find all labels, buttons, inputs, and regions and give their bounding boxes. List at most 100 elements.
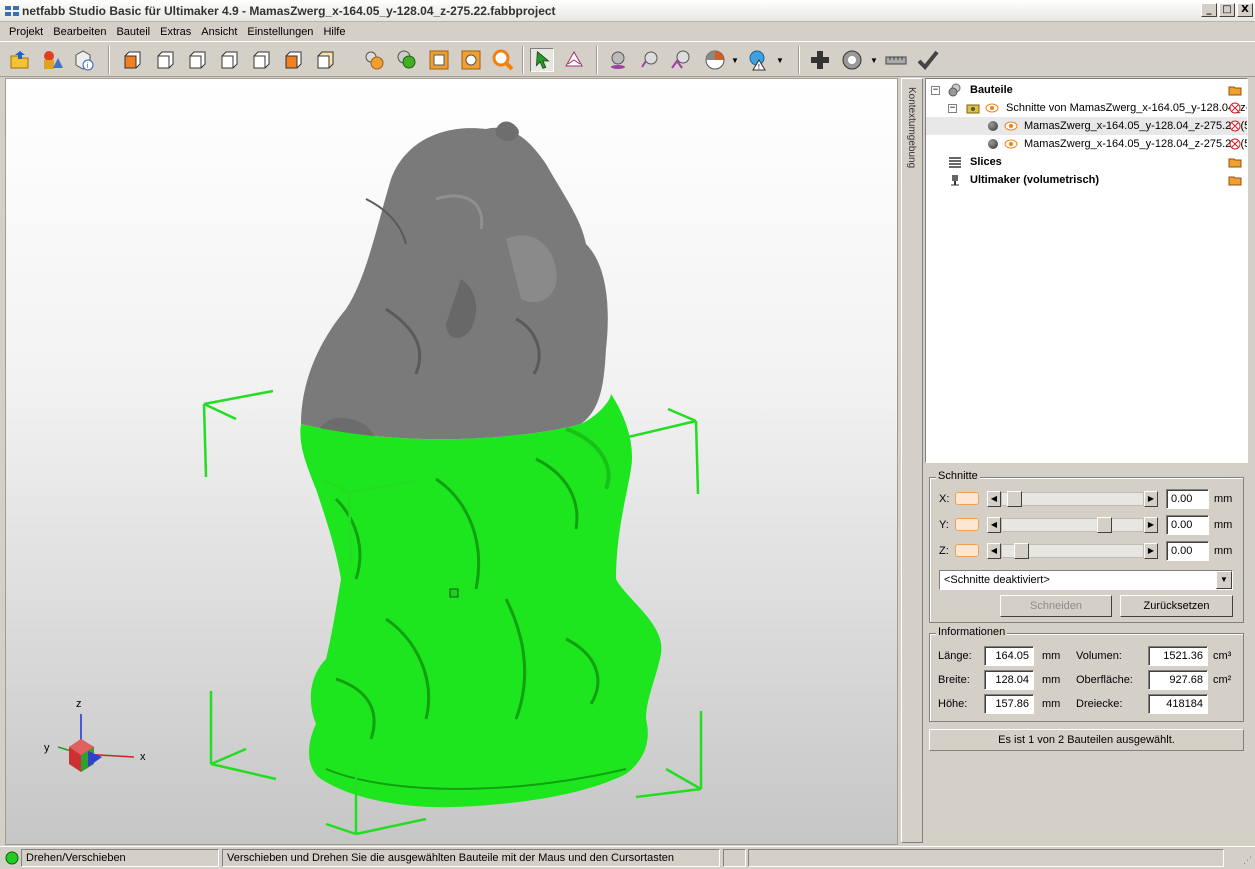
collapse-icon[interactable]: −: [948, 104, 957, 113]
tree-item-part-2[interactable]: MamasZwerg_x-164.05_y-128.04_z-275.22 (5: [926, 135, 1247, 153]
slider-left-arrow-icon[interactable]: ◀: [987, 543, 1001, 559]
cut-value-x[interactable]: 0.00: [1166, 489, 1209, 509]
center-handle[interactable]: [449, 588, 459, 598]
cut-toggle-z[interactable]: [955, 544, 979, 557]
slider-track[interactable]: [1001, 492, 1144, 506]
menu-extras[interactable]: Extras: [155, 26, 196, 38]
shaded-view-icon[interactable]: [606, 48, 630, 72]
visibility-eye-icon[interactable]: [985, 101, 999, 115]
cut-value-y[interactable]: 0.00: [1166, 515, 1209, 535]
tree-item-part-1[interactable]: MamasZwerg_x-164.05_y-128.04_z-275.22 (5: [926, 117, 1247, 135]
resize-grip-icon[interactable]: ⋰: [1243, 855, 1252, 866]
measure-dropdown-icon[interactable]: ▼: [870, 56, 878, 65]
ruler-icon[interactable]: [884, 48, 908, 72]
tree-label-bauteile: Bauteile: [970, 84, 1013, 96]
menu-hilfe[interactable]: Hilfe: [318, 26, 350, 38]
project-tree: − Bauteile − Schnitte von MamasZwerg_x-1…: [925, 78, 1248, 463]
context-sidetab-label: Kontextumgebung: [906, 87, 917, 169]
add-part-plus-icon[interactable]: [808, 48, 832, 72]
length-unit: mm: [1042, 650, 1061, 662]
view-back-icon[interactable]: [153, 48, 177, 72]
zoom-box-icon[interactable]: [427, 48, 451, 72]
view-bottom-icon[interactable]: [281, 48, 305, 72]
context-sidetab[interactable]: Kontextumgebung: [901, 78, 923, 843]
menu-bearbeiten[interactable]: Bearbeiten: [48, 26, 111, 38]
slider-right-arrow-icon[interactable]: ▶: [1144, 491, 1158, 507]
measure-icon[interactable]: [840, 48, 864, 72]
cut-mode-select[interactable]: <Schnitte deaktiviert> ▼: [939, 570, 1233, 590]
slider-left-arrow-icon[interactable]: ◀: [987, 517, 1001, 533]
add-part-icon[interactable]: [40, 48, 64, 72]
display-mode-icon[interactable]: [703, 48, 727, 72]
slices-icon: [949, 157, 961, 168]
zoom-magnifier-icon[interactable]: [491, 48, 515, 72]
minimize-button[interactable]: _: [1201, 3, 1217, 17]
cut-value-z[interactable]: 0.00: [1166, 541, 1209, 561]
maximize-button[interactable]: □: [1219, 3, 1235, 17]
zoom-parts-icon[interactable]: [459, 48, 483, 72]
view-iso-icon[interactable]: [313, 48, 337, 72]
visibility-eye-icon[interactable]: [1004, 137, 1018, 151]
menu-ansicht[interactable]: Ansicht: [196, 26, 242, 38]
transparent-view-icon[interactable]: [669, 48, 693, 72]
rotate-tool-icon[interactable]: [562, 48, 586, 72]
folder-open-icon[interactable]: [1228, 156, 1242, 168]
cuts-title: Schnitte: [936, 470, 980, 482]
cut-slider-z[interactable]: ◀ ▶: [987, 543, 1158, 559]
chevron-down-icon[interactable]: ▼: [1216, 571, 1232, 589]
window-title: netfabb Studio Basic für Ultimaker 4.9 -…: [22, 3, 556, 18]
view-top-icon[interactable]: [249, 48, 273, 72]
3d-scene[interactable]: z y x: [6, 79, 898, 845]
remove-icon[interactable]: [1228, 102, 1242, 114]
select-tool-icon[interactable]: [530, 48, 554, 72]
remove-icon[interactable]: [1228, 120, 1242, 132]
view-front-icon[interactable]: [120, 48, 144, 72]
visibility-eye-icon[interactable]: [1004, 119, 1018, 133]
printer-icon: [951, 175, 959, 186]
wireframe-view-icon[interactable]: [638, 48, 662, 72]
tree-item-slices[interactable]: Slices: [926, 153, 1247, 171]
triangles-value: 418184: [1148, 694, 1208, 714]
checkmark-icon[interactable]: [916, 48, 940, 72]
cut-toggle-x[interactable]: [955, 492, 979, 505]
slider-thumb[interactable]: [1014, 543, 1029, 559]
status-light-icon: [5, 851, 19, 865]
slider-left-arrow-icon[interactable]: ◀: [987, 491, 1001, 507]
collapse-icon[interactable]: −: [931, 86, 940, 95]
cut-button[interactable]: Schneiden: [1000, 595, 1112, 617]
zoom-selection-icon[interactable]: [363, 48, 387, 72]
cut-axis-label: X:: [939, 493, 950, 505]
cut-unit: mm: [1214, 519, 1233, 531]
folder-open-icon[interactable]: [1228, 174, 1242, 186]
close-button[interactable]: X: [1237, 3, 1253, 17]
zoom-all-icon[interactable]: [395, 48, 419, 72]
menu-projekt[interactable]: Projekt: [4, 26, 48, 38]
repair-dropdown-icon[interactable]: ▼: [776, 56, 784, 65]
part-info-icon[interactable]: i: [72, 48, 96, 72]
view-right-icon[interactable]: [217, 48, 241, 72]
tree-item-schnitte-group[interactable]: − Schnitte von MamasZwerg_x-164.05_y-128…: [926, 99, 1247, 117]
display-mode-dropdown-icon[interactable]: ▼: [731, 56, 739, 65]
reset-button[interactable]: Zurücksetzen: [1120, 595, 1233, 617]
cut-slider-x[interactable]: ◀ ▶: [987, 491, 1158, 507]
height-value: 157.86: [984, 694, 1034, 714]
tree-item-machine[interactable]: Ultimaker (volumetrisch): [926, 171, 1247, 189]
repair-icon[interactable]: !: [746, 48, 770, 72]
menu-bauteil[interactable]: Bauteil: [111, 26, 155, 38]
view-left-icon[interactable]: [185, 48, 209, 72]
status-bar: Drehen/Verschieben Verschieben und Drehe…: [0, 846, 1255, 869]
cut-slider-y[interactable]: ◀ ▶: [987, 517, 1158, 533]
remove-icon[interactable]: [1228, 138, 1242, 150]
tree-item-bauteile[interactable]: − Bauteile: [926, 81, 1247, 99]
height-label: Höhe:: [938, 698, 968, 710]
open-project-icon[interactable]: [8, 48, 32, 72]
folder-open-icon[interactable]: [1228, 84, 1242, 96]
slider-thumb[interactable]: [1097, 517, 1112, 533]
slider-thumb[interactable]: [1007, 491, 1022, 507]
slider-right-arrow-icon[interactable]: ▶: [1144, 517, 1158, 533]
menu-einstellungen[interactable]: Einstellungen: [242, 26, 318, 38]
slider-right-arrow-icon[interactable]: ▶: [1144, 543, 1158, 559]
3d-viewport[interactable]: z y x: [5, 78, 898, 845]
slider-track[interactable]: [1001, 518, 1144, 532]
cut-toggle-y[interactable]: [955, 518, 979, 531]
